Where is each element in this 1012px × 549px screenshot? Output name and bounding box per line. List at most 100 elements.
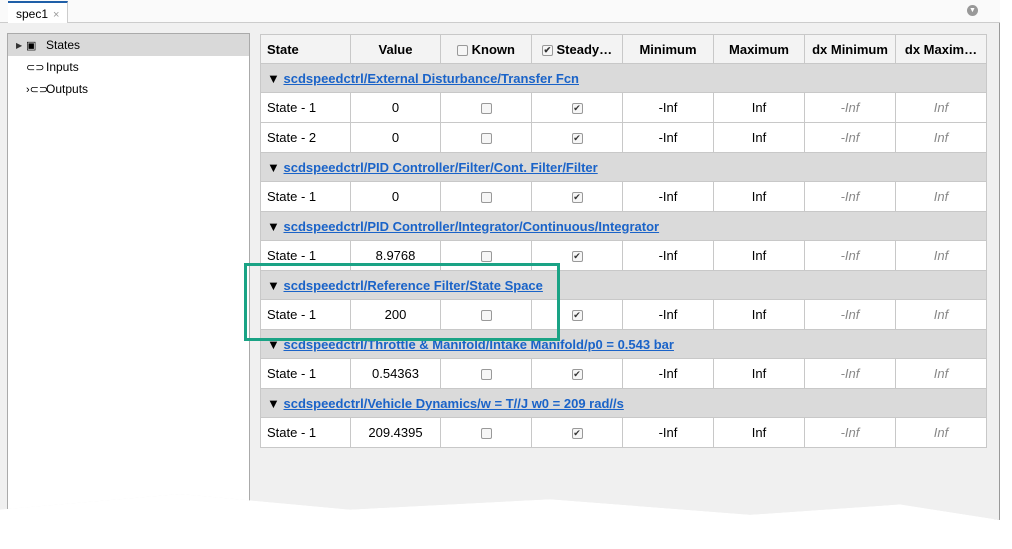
known-checkbox[interactable] [480,192,492,204]
column-label: Minimum [639,41,697,57]
minimum-cell[interactable]: -Inf [622,358,714,389]
tab-spec1[interactable]: spec1 × [8,1,68,23]
value-cell[interactable]: 200 [350,299,441,330]
steady-checkbox[interactable]: ✔ [571,251,583,263]
minimum-cell[interactable]: -Inf [622,181,714,212]
state-name: State - 1 [260,92,351,123]
column-label: dx Maxim… [904,41,978,57]
column-header[interactable]: ✔ Steady… [531,34,623,64]
maximum-cell[interactable]: Inf [713,122,805,153]
dx-maximum-cell[interactable]: Inf [895,417,987,448]
dx-minimum-cell[interactable]: -Inf [804,122,896,153]
column-header[interactable]: Known [440,34,532,64]
column-header[interactable]: Minimum [622,34,714,64]
tree-item-outputs[interactable]: ›⊂⊃ Outputs [8,78,249,100]
dx-maximum-cell[interactable]: Inf [895,92,987,123]
table-row: State - 1 8.9768 ✔ -Inf Inf -Inf Inf [260,240,987,271]
tree-panel: ▶ ▣ States ⊂⊃ Inputs ›⊂⊃ Outputs [7,33,250,520]
collapse-arrow-icon[interactable]: ▼ [267,160,280,175]
steady-checkbox[interactable]: ✔ [571,133,583,145]
block-link[interactable]: scdspeedctrl/PID Controller/Integrator/C… [284,219,660,234]
known-checkbox[interactable] [480,428,492,440]
states-icon: ▣ [26,39,37,52]
known-checkbox[interactable] [480,133,492,145]
value-cell[interactable]: 209.4395 [350,417,441,448]
maximum-cell[interactable]: Inf [713,299,805,330]
group-row: ▼ scdspeedctrl/Vehicle Dynamics/w = T//J… [260,388,987,418]
tree-label: States [46,38,81,52]
block-link[interactable]: scdspeedctrl/Throttle & Manifold/Intake … [284,337,674,352]
value-cell[interactable]: 0.54363 [350,358,441,389]
value-cell[interactable]: 0 [350,181,441,212]
steady-checkbox[interactable]: ✔ [571,369,583,381]
tree-item-states[interactable]: ▶ ▣ States [8,34,249,56]
column-label: Known [471,41,515,57]
group-row: ▼ scdspeedctrl/PID Controller/Integrator… [260,211,987,241]
block-link[interactable]: scdspeedctrl/External Disturbance/Transf… [284,71,580,86]
steady-checkbox[interactable]: ✔ [571,310,583,322]
column-header[interactable]: Value [350,34,441,64]
minimum-cell[interactable]: -Inf [622,92,714,123]
minimum-cell[interactable]: -Inf [622,122,714,153]
steady-checkbox[interactable]: ✔ [571,103,583,115]
block-link[interactable]: scdspeedctrl/Vehicle Dynamics/w = T//J w… [284,396,624,411]
minimum-cell[interactable]: -Inf [622,240,714,271]
table-row: State - 1 0 ✔ -Inf Inf -Inf Inf [260,92,987,123]
minimum-cell[interactable]: -Inf [622,417,714,448]
dx-maximum-cell[interactable]: Inf [895,358,987,389]
header-checkbox[interactable]: ✔ [541,44,553,56]
dx-minimum-cell[interactable]: -Inf [804,417,896,448]
state-name: State - 1 [260,358,351,389]
dx-minimum-cell[interactable]: -Inf [804,92,896,123]
state-name: State - 1 [260,240,351,271]
collapse-arrow-icon[interactable]: ▼ [267,219,280,234]
dx-minimum-cell[interactable]: -Inf [804,358,896,389]
value-cell[interactable]: 8.9768 [350,240,441,271]
tree-label: Outputs [46,82,89,96]
collapse-arrow-icon[interactable]: ▼ [267,337,280,352]
column-header[interactable]: State [260,34,351,64]
dx-minimum-cell[interactable]: -Inf [804,299,896,330]
column-header[interactable]: Maximum [713,34,805,64]
steady-checkbox[interactable]: ✔ [571,192,583,204]
header-checkbox[interactable] [457,44,469,56]
minimum-cell[interactable]: -Inf [622,299,714,330]
close-icon[interactable]: × [53,9,59,21]
tree-item-inputs[interactable]: ⊂⊃ Inputs [8,56,249,78]
table-row: State - 1 0 ✔ -Inf Inf -Inf Inf [260,181,987,212]
block-link[interactable]: scdspeedctrl/PID Controller/Filter/Cont.… [284,160,598,175]
states-table: State Value Known ✔ Steady… Minimum Maximum d… [260,34,987,448]
dx-maximum-cell[interactable]: Inf [895,122,987,153]
tab-label: spec1 [16,7,49,21]
panel-menu-icon[interactable]: ▼ [967,5,978,16]
collapse-arrow-icon[interactable]: ▼ [267,71,280,86]
state-name: State - 1 [260,417,351,448]
known-checkbox[interactable] [480,103,492,115]
dx-maximum-cell[interactable]: Inf [895,299,987,330]
expand-arrow-icon[interactable]: ▶ [16,41,26,50]
value-cell[interactable]: 0 [350,122,441,153]
collapse-arrow-icon[interactable]: ▼ [267,396,280,411]
block-link[interactable]: scdspeedctrl/Reference Filter/State Spac… [284,278,543,293]
maximum-cell[interactable]: Inf [713,92,805,123]
steady-checkbox[interactable]: ✔ [571,428,583,440]
group-row: ▼ scdspeedctrl/External Disturbance/Tran… [260,63,987,93]
dx-minimum-cell[interactable]: -Inf [804,240,896,271]
dx-maximum-cell[interactable]: Inf [895,240,987,271]
maximum-cell[interactable]: Inf [713,358,805,389]
value-cell[interactable]: 0 [350,92,441,123]
dx-minimum-cell[interactable]: -Inf [804,181,896,212]
column-label: Steady… [556,41,613,57]
known-checkbox[interactable] [480,310,492,322]
maximum-cell[interactable]: Inf [713,240,805,271]
column-header[interactable]: dx Minimum [804,34,896,64]
state-name: State - 2 [260,122,351,153]
maximum-cell[interactable]: Inf [713,417,805,448]
known-checkbox[interactable] [480,369,492,381]
table-row: State - 2 0 ✔ -Inf Inf -Inf Inf [260,122,987,153]
maximum-cell[interactable]: Inf [713,181,805,212]
column-header[interactable]: dx Maxim… [895,34,987,64]
known-checkbox[interactable] [480,251,492,263]
dx-maximum-cell[interactable]: Inf [895,181,987,212]
collapse-arrow-icon[interactable]: ▼ [267,278,280,293]
